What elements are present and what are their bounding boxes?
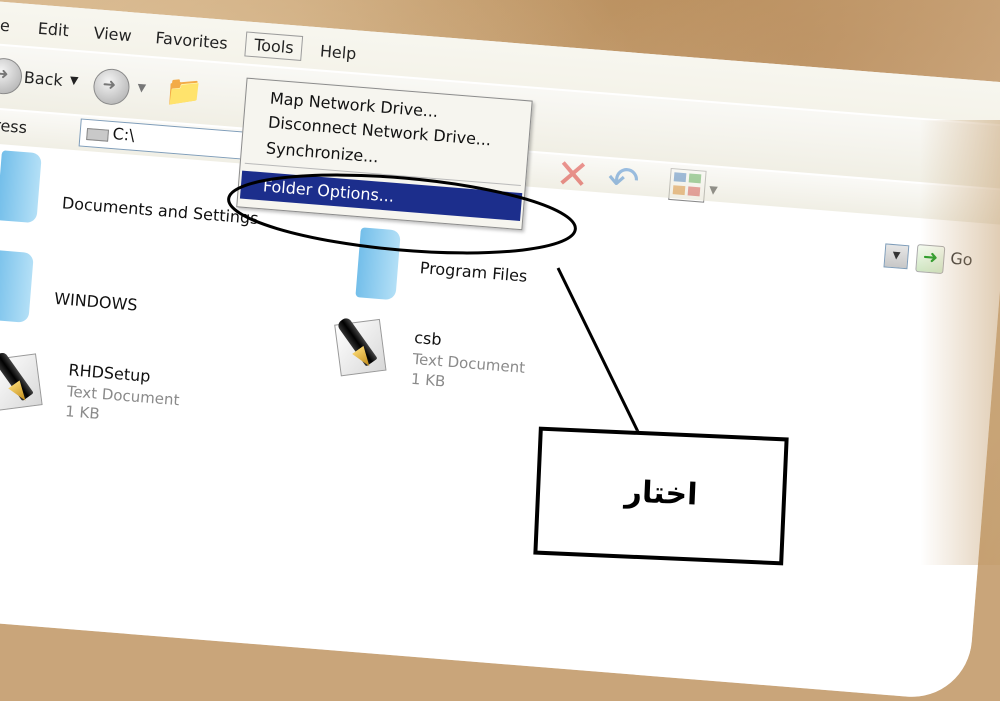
highlight-ellipse: [227, 173, 577, 255]
callout-pointer-line: [556, 267, 644, 441]
annotation-overlay: [227, 173, 644, 441]
callout-text: اختار: [624, 474, 699, 513]
callout-box: اختار: [533, 426, 789, 566]
